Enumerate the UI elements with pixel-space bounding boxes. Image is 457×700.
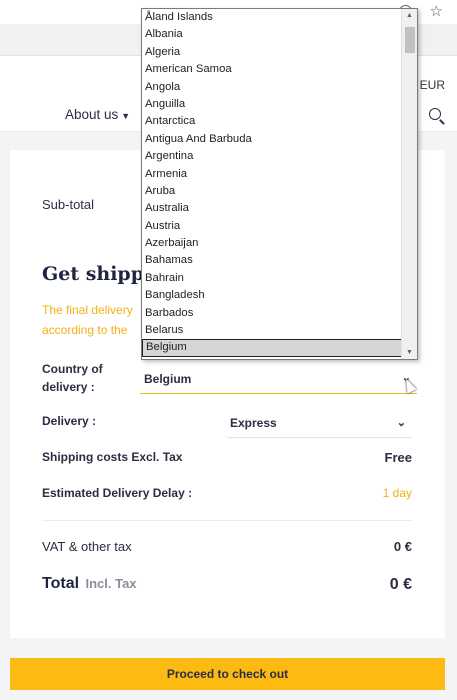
country-option[interactable]: Barbados (142, 305, 417, 322)
delivery-select-value: Express (230, 416, 277, 430)
country-option[interactable]: Antigua And Barbuda (142, 131, 417, 148)
country-option[interactable]: Åland Islands (142, 9, 417, 26)
currency-selector[interactable]: EUR (420, 78, 445, 92)
country-option[interactable]: Australia (142, 200, 417, 217)
star-icon[interactable]: ☆ (430, 2, 443, 20)
eta-value: 1 day (382, 486, 412, 500)
shipping-title: Get shippi (42, 263, 152, 285)
subtotal-label: Sub-total (42, 197, 95, 212)
scroll-down-icon[interactable]: ▼ (406, 349, 413, 356)
country-select[interactable]: Belgium ⌄ (140, 367, 417, 394)
scrollbar[interactable]: ▲ ▼ (401, 9, 417, 359)
search-icon[interactable] (429, 108, 441, 120)
caret-down-icon: ▼ (121, 111, 131, 121)
shipping-costs-value: Free (384, 450, 412, 465)
country-option[interactable]: Bahrain (142, 270, 417, 287)
nav-about-label: About us (65, 107, 119, 122)
delivery-label: Delivery : (42, 414, 97, 428)
country-option[interactable]: Angola (142, 79, 417, 96)
country-option[interactable]: American Samoa (142, 61, 417, 78)
proceed-checkout-button[interactable]: Proceed to check out (10, 658, 445, 690)
total-label: Total Incl. Tax (42, 575, 137, 593)
country-option[interactable]: Bangladesh (142, 287, 417, 304)
country-option[interactable]: Anguilla (142, 96, 417, 113)
shipping-costs-label: Shipping costs Excl. Tax (42, 450, 183, 464)
total-incl-tax: Incl. Tax (85, 576, 137, 591)
country-option[interactable]: Aruba (142, 183, 417, 200)
country-option[interactable]: Bahamas (142, 252, 417, 269)
nav-about-us[interactable]: About us ▼ (65, 107, 130, 122)
country-option[interactable]: Algeria (142, 44, 417, 61)
total-label-text: Total (42, 575, 80, 592)
vat-value: 0 € (393, 539, 412, 554)
country-label: Country of delivery : (42, 362, 103, 394)
total-value: 0 € (389, 576, 412, 593)
country-option[interactable]: Argentina (142, 148, 417, 165)
country-option[interactable]: Armenia (142, 166, 417, 183)
country-option[interactable]: Belgium (142, 339, 417, 357)
shipping-note: The final delivery according to the (42, 303, 133, 337)
country-select-value: Belgium (144, 372, 192, 386)
country-options: Åland Islands Albania Algeria American Samo… (142, 9, 417, 357)
country-option[interactable]: Azerbaijan (142, 235, 417, 252)
country-option[interactable]: Austria (142, 218, 417, 235)
chevron-down-icon: ⌄ (396, 417, 406, 429)
delivery-select[interactable]: Express ⌄ (227, 412, 412, 438)
eta-label: Estimated Delivery Delay : (42, 486, 193, 500)
country-dropdown-list[interactable]: Åland Islands Albania Algeria American Samo… (141, 8, 418, 360)
scrollbar-thumb[interactable] (405, 27, 415, 53)
scroll-up-icon[interactable]: ▲ (406, 12, 413, 19)
country-option[interactable]: Albania (142, 26, 417, 43)
country-option[interactable]: Belarus (142, 322, 417, 339)
vat-label: VAT & other tax (42, 539, 132, 554)
divider (42, 520, 412, 521)
country-option[interactable]: Antarctica (142, 113, 417, 130)
